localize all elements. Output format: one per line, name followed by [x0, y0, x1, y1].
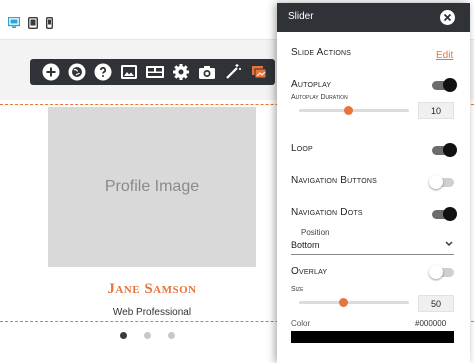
navigation-buttons-toggle[interactable]	[429, 175, 454, 189]
profile-name: Jane Samson	[107, 281, 197, 297]
slider-dot-1[interactable]	[120, 332, 127, 339]
color-label: Color	[291, 319, 311, 328]
slide-actions-label: Slide Actions	[291, 47, 352, 58]
chevron-down-icon	[445, 241, 453, 246]
navigation-dots-label: Navigation Dots	[291, 207, 363, 218]
element-toolbar	[30, 59, 275, 85]
size-slider[interactable]	[299, 298, 409, 307]
size-label: Size	[291, 286, 304, 293]
slider-dots	[120, 332, 175, 339]
panel-bottom	[277, 343, 470, 363]
tablet-icon[interactable]	[28, 17, 38, 31]
position-caption: Position	[301, 228, 330, 237]
color-swatch[interactable]	[291, 331, 454, 343]
slider-dot-3[interactable]	[168, 332, 175, 339]
position-select[interactable]: Bottom	[291, 237, 454, 255]
profile-role: Web Professional	[112, 307, 192, 318]
slider-dot-2[interactable]	[144, 332, 151, 339]
slider-icon[interactable]	[248, 61, 270, 83]
profile-image-label: Profile Image	[104, 178, 200, 195]
slider-settings-panel: Slider Slide Actions Edit Autoplay Autop…	[277, 3, 470, 363]
toggle-knob	[429, 265, 443, 279]
profile-image-placeholder[interactable]: Profile Image	[48, 107, 256, 267]
loop-toggle[interactable]	[432, 143, 457, 157]
camera-icon[interactable]	[196, 61, 218, 83]
size-input[interactable]: 50	[418, 295, 454, 312]
close-icon	[443, 13, 452, 22]
slider-thumb[interactable]	[339, 298, 349, 307]
position-value: Bottom	[291, 240, 320, 250]
edit-link[interactable]: Edit	[436, 50, 453, 61]
overlay-label: Overlay	[291, 266, 328, 277]
help-icon[interactable]	[92, 61, 114, 83]
gear-icon[interactable]	[170, 61, 192, 83]
desktop-icon[interactable]	[8, 17, 20, 31]
color-value: #000000	[415, 319, 447, 328]
loop-label: Loop	[291, 143, 313, 154]
close-button[interactable]	[440, 10, 455, 25]
add-icon[interactable]	[40, 61, 62, 83]
autoplay-label: Autoplay	[291, 79, 332, 90]
autoplay-duration-input[interactable]: 10	[418, 102, 454, 119]
globe-icon[interactable]	[66, 61, 88, 83]
autoplay-toggle[interactable]	[432, 78, 457, 92]
navigation-dots-toggle[interactable]	[432, 207, 457, 221]
toggle-knob	[429, 175, 443, 189]
panel-title: Slider	[288, 11, 314, 22]
magic-wand-icon[interactable]	[222, 61, 244, 83]
layout-icon[interactable]	[144, 61, 166, 83]
slider-thumb[interactable]	[344, 106, 354, 115]
image-icon[interactable]	[118, 61, 140, 83]
page-builder-screen: Profile Image Jane Samson Web Profession…	[0, 0, 474, 363]
toggle-knob	[443, 78, 457, 92]
navigation-buttons-label: Navigation Buttons	[291, 175, 377, 186]
autoplay-duration-slider[interactable]	[299, 106, 409, 115]
autoplay-duration-label: Autoplay Duration	[291, 94, 348, 101]
toggle-knob	[443, 207, 457, 221]
panel-header: Slider	[277, 3, 470, 32]
mobile-icon[interactable]	[46, 17, 53, 31]
overlay-toggle[interactable]	[429, 265, 454, 279]
toggle-knob	[443, 143, 457, 157]
